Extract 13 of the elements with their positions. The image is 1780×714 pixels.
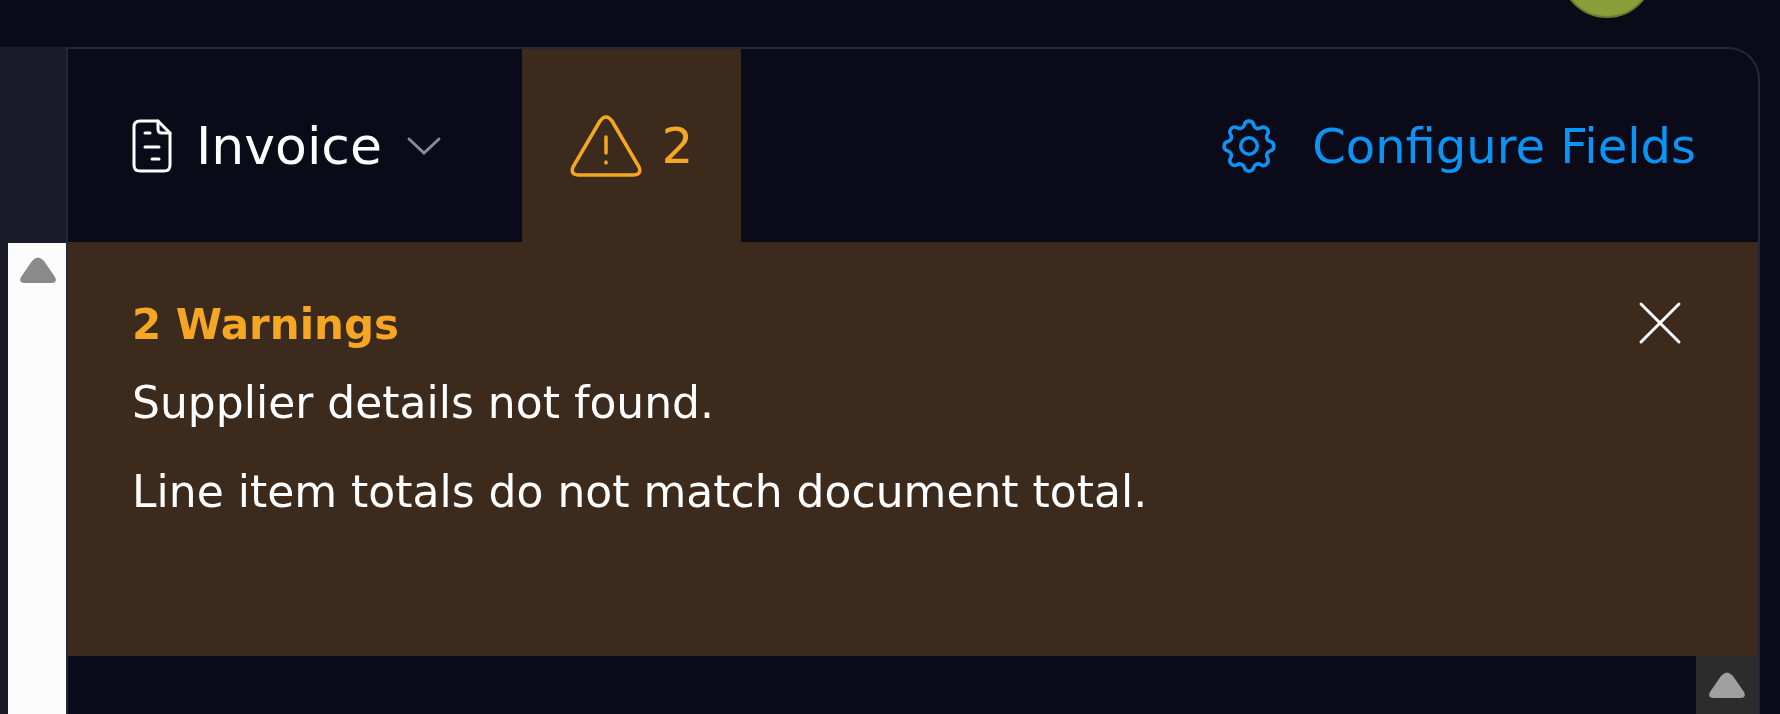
warning-message: Line item totals do not match document total. xyxy=(132,466,1149,517)
scroll-up-icon[interactable] xyxy=(1707,672,1747,700)
warnings-tab[interactable]: 2 xyxy=(522,49,741,242)
warning-icon xyxy=(569,114,642,177)
warning-message: Supplier details not found. xyxy=(132,377,715,428)
configure-fields-button[interactable]: Configure Fields xyxy=(1216,49,1758,242)
document-icon xyxy=(132,118,172,173)
chevron-down-icon xyxy=(405,135,442,156)
scrollbar[interactable] xyxy=(8,243,68,714)
scroll-up-icon[interactable] xyxy=(18,257,58,285)
warnings-title: 2 Warnings xyxy=(132,300,399,349)
close-icon xyxy=(1638,301,1682,345)
document-type-dropdown[interactable]: Invoice xyxy=(68,49,522,242)
